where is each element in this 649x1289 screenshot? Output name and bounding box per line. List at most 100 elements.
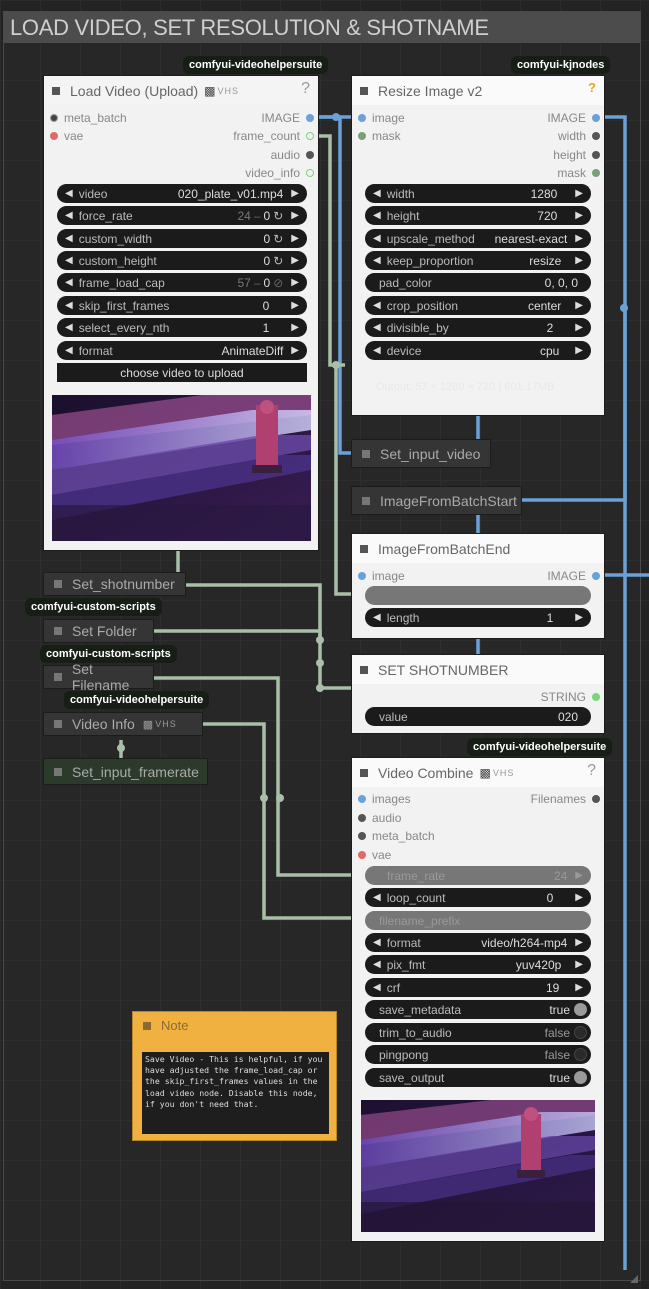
widget-divisible-by[interactable]: ◀ divisible_by 2 ▶ xyxy=(365,318,591,337)
arrow-right-icon[interactable]: ▶ xyxy=(291,345,299,356)
arrow-left-icon[interactable]: ◀ xyxy=(65,345,73,356)
collapse-dot-icon[interactable] xyxy=(54,580,62,588)
slot-dot-icon[interactable] xyxy=(358,814,366,822)
image-from-batch-end-node[interactable]: ImageFromBatchEnd image IMAGE ◀ length 1 ▶ xyxy=(351,533,605,639)
widget-format[interactable]: ◀ format video/h264-mp4 ▶ xyxy=(365,933,591,952)
note-title-bar[interactable]: Note xyxy=(133,1012,336,1039)
collapse-dot-icon[interactable] xyxy=(54,627,62,635)
arrow-left-icon[interactable]: ◀ xyxy=(373,322,381,333)
output-audio[interactable]: audio xyxy=(271,147,316,163)
arrow-right-icon[interactable]: ▶ xyxy=(575,870,583,881)
set-shotnumber-node[interactable]: Set_shotnumber xyxy=(43,572,186,596)
output-image[interactable]: IMAGE xyxy=(547,568,602,584)
slot-dot-icon[interactable] xyxy=(592,693,600,701)
input-images[interactable]: images xyxy=(354,791,411,807)
arrow-left-icon[interactable]: ◀ xyxy=(373,612,381,623)
output-width[interactable]: width xyxy=(558,128,602,144)
toggle-knob-icon[interactable] xyxy=(574,1048,587,1061)
slot-dot-icon[interactable] xyxy=(592,169,600,177)
widget-format[interactable]: ◀ format AnimateDiff ▶ xyxy=(57,341,307,360)
arrow-left-icon[interactable]: ◀ xyxy=(373,959,381,970)
arrow-left-icon[interactable]: ◀ xyxy=(65,300,73,311)
input-meta-batch[interactable]: meta_batch xyxy=(46,110,127,126)
slot-dot-icon[interactable] xyxy=(358,851,366,859)
video-info-node[interactable]: Video Info ▩ VHS xyxy=(43,712,203,736)
arrow-right-icon[interactable]: ▶ xyxy=(575,255,583,266)
arrow-right-icon[interactable]: ▶ xyxy=(575,322,583,333)
arrow-right-icon[interactable]: ▶ xyxy=(575,612,583,623)
set-input-framerate-node[interactable]: Set_input_framerate xyxy=(43,758,208,785)
output-image[interactable]: IMAGE xyxy=(547,110,602,126)
arrow-right-icon[interactable]: ▶ xyxy=(291,300,299,311)
input-audio[interactable]: audio xyxy=(354,810,401,826)
output-image[interactable]: IMAGE xyxy=(261,110,316,126)
widget-custom-width[interactable]: ◀ custom_width 0 ↻ ▶ xyxy=(57,229,307,248)
arrow-right-icon[interactable]: ▶ xyxy=(575,233,583,244)
arrow-right-icon[interactable]: ▶ xyxy=(575,345,583,356)
widget-crf[interactable]: ◀ crf 19 ▶ xyxy=(365,978,591,997)
widget-device[interactable]: ◀ device cpu ▶ xyxy=(365,341,591,360)
toggle-save-output[interactable]: save_output true xyxy=(365,1068,591,1087)
collapse-dot-icon[interactable] xyxy=(54,720,62,728)
arrow-right-icon[interactable]: ▶ xyxy=(291,210,299,221)
slot-dot-icon[interactable] xyxy=(358,114,366,122)
resize-image-node[interactable]: Resize Image v2 ? image mask IMAGE width… xyxy=(351,75,605,416)
slot-dot-icon[interactable] xyxy=(306,151,314,159)
help-icon[interactable]: ? xyxy=(301,80,310,98)
widget-loop-count[interactable]: ◀ loop_count 0 ▶ xyxy=(365,888,591,907)
help-icon[interactable]: ? xyxy=(588,80,596,95)
widget-select-every-nth[interactable]: ◀ select_every_nth 1 ▶ xyxy=(57,318,307,337)
video-combine-title-bar[interactable]: Video Combine ▩ VHS ? xyxy=(352,758,604,787)
arrow-left-icon[interactable]: ◀ xyxy=(65,210,73,221)
arrow-right-icon[interactable]: ▶ xyxy=(291,277,299,288)
widget-filename-prefix[interactable]: filename_prefix xyxy=(365,911,591,930)
widget-frame-rate[interactable]: frame_rate 24 ▶ xyxy=(365,866,591,885)
arrow-left-icon[interactable]: ◀ xyxy=(373,210,381,221)
note-text[interactable]: Save Video - This is helpful, if you hav… xyxy=(142,1052,329,1134)
reset-icon[interactable]: ↻ xyxy=(273,232,283,246)
arrow-left-icon[interactable]: ◀ xyxy=(373,345,381,356)
arrow-right-icon[interactable]: ▶ xyxy=(575,982,583,993)
arrow-left-icon[interactable]: ◀ xyxy=(65,322,73,333)
collapse-dot-icon[interactable] xyxy=(52,86,60,95)
collapse-dot-icon[interactable] xyxy=(362,496,370,505)
arrow-left-icon[interactable]: ◀ xyxy=(373,300,381,311)
arrow-right-icon[interactable]: ▶ xyxy=(575,188,583,199)
arrow-left-icon[interactable]: ◀ xyxy=(373,188,381,199)
load-video-node[interactable]: Load Video (Upload) ▩ VHS ? meta_batch v… xyxy=(43,75,319,551)
slot-dot-icon[interactable] xyxy=(50,114,58,122)
slot-dot-icon[interactable] xyxy=(592,114,600,122)
slot-dot-icon[interactable] xyxy=(358,572,366,580)
collapse-dot-icon[interactable] xyxy=(360,665,368,674)
slot-dot-icon[interactable] xyxy=(592,795,600,803)
slot-dot-icon[interactable] xyxy=(306,114,314,122)
input-image[interactable]: image xyxy=(354,568,405,584)
collapse-dot-icon[interactable] xyxy=(360,86,368,95)
set-input-video-node[interactable]: Set_input_video xyxy=(351,439,491,468)
toggle-knob-icon[interactable] xyxy=(574,1026,587,1039)
arrow-right-icon[interactable]: ▶ xyxy=(575,210,583,221)
set-shotnumber-primitive-node[interactable]: SET SHOTNUMBER STRING value 020 xyxy=(351,654,605,734)
group-resize-handle[interactable] xyxy=(630,1270,638,1283)
widget-skip-first-frames[interactable]: ◀ skip_first_frames 0 ▶ xyxy=(57,296,307,315)
arrow-right-icon[interactable]: ▶ xyxy=(575,892,583,903)
arrow-right-icon[interactable]: ▶ xyxy=(291,233,299,244)
output-height[interactable]: height xyxy=(553,147,602,163)
arrow-left-icon[interactable]: ◀ xyxy=(65,233,73,244)
output-frame-count[interactable]: frame_count xyxy=(233,128,316,144)
arrow-left-icon[interactable]: ◀ xyxy=(65,255,73,266)
input-image[interactable]: image xyxy=(354,110,405,126)
collapse-dot-icon[interactable] xyxy=(143,1021,151,1030)
output-mask[interactable]: mask xyxy=(557,165,602,181)
slot-dot-icon[interactable] xyxy=(592,572,600,580)
widget-frame-load-cap[interactable]: ◀ frame_load_cap 57–0 ⊘ ▶ xyxy=(57,273,307,292)
widget-crop-position[interactable]: ◀ crop_position center ▶ xyxy=(365,296,591,315)
input-meta-batch[interactable]: meta_batch xyxy=(354,828,435,844)
slot-dot-icon[interactable] xyxy=(306,132,314,140)
toggle-knob-icon[interactable] xyxy=(574,1003,587,1016)
arrow-left-icon[interactable]: ◀ xyxy=(65,188,73,199)
widget-height[interactable]: ◀ height 720 ▶ xyxy=(365,206,591,225)
arrow-left-icon[interactable]: ◀ xyxy=(373,233,381,244)
toggle-save-metadata[interactable]: save_metadata true xyxy=(365,1000,591,1019)
widget-batch-start-linked[interactable] xyxy=(365,586,591,605)
